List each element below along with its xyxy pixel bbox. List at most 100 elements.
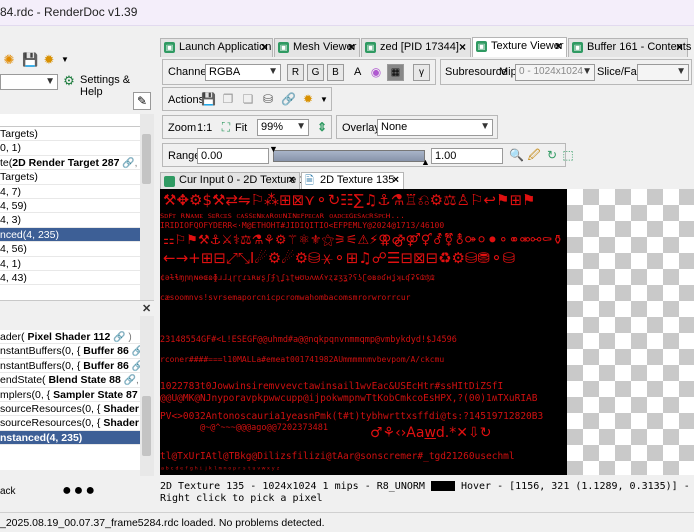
channel-g-toggle[interactable]: G (307, 64, 324, 81)
auto-fit-icon[interactable]: 🖉 (527, 148, 541, 162)
range-max-input[interactable]: 1.00 (431, 148, 503, 164)
gear-icon: ⚙ (63, 73, 75, 88)
scrollbar-thumb[interactable] (142, 134, 151, 184)
tree-row[interactable]: sourceResources(0, { Shader Resour (0, 416, 140, 431)
chevron-down-icon: ▼ (582, 66, 592, 77)
flip-vertical-icon[interactable]: ⇕ (315, 120, 329, 134)
close-icon[interactable]: ✕ (142, 302, 151, 315)
left-toolbar: ✺ 💾 ✹ ▼ ▼ ⚙ Settings & Help (0, 34, 154, 99)
texture-glyph-row: ←→+⊞⊟⤢⤡I☄⚙☄⚙⛁⚹⚬⊞♫☍☰⊟⊠⊟♻⚙⛁⛃⚬⛁ (163, 249, 516, 267)
texture-status: 2D Texture 135 - 1024x1024 1 mips - R8_U… (160, 481, 694, 505)
close-icon[interactable]: × (676, 39, 683, 56)
event-tree-scrollbar[interactable] (140, 114, 154, 300)
zoom-1to1-button[interactable]: 1:1 (197, 122, 212, 134)
tab-pid[interactable]: ▣ zed [PID 17344] × (361, 38, 471, 57)
close-icon[interactable]: × (393, 173, 399, 188)
channels-select[interactable]: RGBA ▼ (205, 64, 281, 81)
texture-text-row: ᵃᵇᶜᵈᵉᶠᵍʰⁱʲᵏˡᵐⁿᵒᵖʳˢᵗᵘᵛʷˣʸᶻ (160, 465, 281, 474)
tree-row[interactable]: Targets) (0, 127, 140, 142)
texture-glyph-row: ⚏⚐⚑⚒⚓⚔⚕⚖⚗⚘⚙⚚⚛⚜⚝⚞⚟⚠⚡⚢⚣⚤⚥⚦⚧⚨⚩⚪⚫⚬⚭⚮⚯⚰⚱ (163, 233, 564, 248)
save-icon[interactable]: 💾 (201, 92, 216, 106)
close-icon[interactable]: × (261, 39, 268, 56)
copy-icon[interactable]: ❐ (221, 92, 235, 106)
texture-text-row: ¢əɫɬɱɲɳɴɵɶɷɸɹɺɻɼɽɾɿʀʁʂʃʄʅʆʇʈʉʊʋʌʍʎʏʐʑʒʓʔ… (160, 273, 435, 282)
tab-mesh-viewer[interactable]: ▣ Mesh Viewer × (274, 38, 360, 57)
window-icon: ▣ (572, 42, 583, 53)
tree-row[interactable]: 4, 3) (0, 213, 140, 228)
zoom-select[interactable]: 99% ▼ (257, 119, 309, 136)
chevron-down-icon[interactable]: ▼ (317, 93, 331, 107)
tree-row[interactable]: nstantBuffers(0, { Buffer 86 🔗 }) (0, 344, 140, 359)
chevron-down-icon: ▼ (676, 66, 686, 77)
api-tree-scrollbar[interactable] (140, 316, 154, 476)
tab-cur-input[interactable]: Cur Input 0 - 2D Texture 135 × (160, 172, 318, 189)
texture-image[interactable]: ⚒✥⚙$⚒⇄⇋⚐⁂⊞⊠⋎⚬↻☷∑♫⚓⚗♖⎌⚙⚖♙⚐↩⚑⊞⚑ ꜱᴅꜰᴛ ʀɴᴀᴍᴇ… (160, 189, 567, 475)
gamma-toggle[interactable]: γ (413, 64, 430, 81)
texture-canvas[interactable]: ⚒✥⚙$⚒⇄⇋⚐⁂⊞⊠⋎⚬↻☷∑♫⚓⚗♖⎌⚙⚖♙⚐↩⚑⊞⚑ ꜱᴅꜰᴛ ʀɴᴀᴍᴇ… (160, 189, 694, 475)
tab-launch-application[interactable]: ▣ Launch Application × (160, 38, 273, 57)
settings-icon[interactable]: ✹ (301, 92, 315, 106)
close-icon[interactable]: × (289, 173, 295, 188)
tree-row[interactable]: sourceResources(0, { Shader Resour (0, 402, 140, 417)
bookmark-icon[interactable]: ✹ (42, 53, 56, 67)
tab-texture-viewer[interactable]: ▣ Texture Viewer × (472, 37, 567, 57)
tree-row[interactable]: endState( Blend State 88 🔗, {}) (0, 373, 140, 388)
chevron-down-icon: ▼ (268, 66, 278, 77)
range-min-input[interactable]: 0.00 (197, 148, 269, 164)
tree-row[interactable]: te(2D Render Target 287 🔗, 2D (0, 156, 140, 171)
api-call-tree[interactable]: ader( Pixel Shader 112 🔗 ) nstantBuffers… (0, 330, 140, 470)
channel-r-toggle[interactable]: R (287, 64, 304, 81)
tree-row[interactable]: nstantBuffers(0, { Buffer 86 🔗 }) (0, 359, 140, 374)
scrollbar-thumb[interactable] (142, 396, 151, 456)
slice-face-select[interactable]: ▼ (637, 64, 689, 81)
texture-text-row: 1022783t0Jowwinsiremvvevctawinsail1wvEac… (160, 381, 504, 392)
mip-select[interactable]: 0 - 1024x1024 ▼ (515, 64, 595, 81)
channel-b-toggle[interactable]: B (327, 64, 344, 81)
settings-help-button[interactable]: ⚙ Settings & Help (60, 73, 154, 99)
tree-row[interactable]: 0, 1) (0, 141, 140, 156)
chevron-down-icon[interactable]: ▼ (58, 53, 72, 67)
link-icon[interactable]: 🔗 (281, 92, 296, 106)
binoculars-icon[interactable]: ⛁ (261, 92, 275, 106)
range-histogram-slider[interactable] (273, 150, 425, 162)
event-tree[interactable]: Targets) 0, 1) te(2D Render Target 287 🔗… (0, 126, 140, 302)
tree-row[interactable]: 4, 7) (0, 185, 140, 199)
tree-row[interactable]: 4, 59) (0, 199, 140, 214)
reset-range-icon[interactable]: ↻ (545, 148, 559, 162)
tree-row-selected[interactable]: nstanced(4, 235) (0, 430, 140, 446)
window-icon: ▣ (278, 42, 289, 53)
tab-2d-texture[interactable]: 🗎 2D Texture 135 × (301, 172, 404, 189)
actions-label: Actions (168, 94, 205, 106)
tree-row[interactable]: 4, 56) (0, 242, 140, 257)
color-wheel-icon[interactable]: ◉ (369, 65, 383, 79)
tree-row[interactable]: mplers(0, { Sampler State 87 🔗 (0, 388, 140, 402)
range-max-handle[interactable]: ▲ (421, 157, 430, 167)
texture-text-row: @@U@MK@NJnyporavpkpwwcupp@ijpokwmpnwTtKo… (160, 393, 538, 404)
histogram-icon[interactable]: ⬚ (561, 148, 575, 162)
close-icon[interactable]: × (459, 39, 466, 56)
channel-a-label[interactable]: A (354, 66, 361, 78)
tree-row[interactable]: ader( Pixel Shader 112 🔗 ) (0, 330, 140, 345)
close-icon[interactable]: × (555, 38, 562, 55)
tree-row[interactable]: Targets) (0, 170, 140, 185)
tab-buffer-contents[interactable]: ▣ Buffer 161 - Contents × (568, 38, 691, 57)
overlay-select[interactable]: None ▼ (377, 119, 493, 136)
event-filter-combo[interactable]: ▼ (0, 74, 58, 90)
tree-row[interactable]: 4, 1) (0, 257, 140, 271)
save-icon[interactable]: 💾 (22, 53, 38, 67)
paste-icon[interactable]: ❏ (241, 92, 255, 106)
checkerboard-icon[interactable]: ▦ (387, 64, 404, 81)
close-icon[interactable]: × (348, 39, 355, 56)
tree-row[interactable]: 4, 43) (0, 271, 140, 286)
range-min-handle[interactable]: ▼ (269, 144, 278, 154)
sun-icon[interactable]: ✺ (2, 53, 16, 67)
document-tabs: ▣ Launch Application × ▣ Mesh Viewer × ▣… (160, 37, 694, 57)
window-icon (164, 176, 175, 187)
texture-glyph-row: ⚒✥⚙$⚒⇄⇋⚐⁂⊞⊠⋎⚬↻☷∑♫⚓⚗♖⎌⚙⚖♙⚐↩⚑⊞⚑ (163, 191, 536, 209)
more-icon[interactable]: ●●● (62, 482, 97, 500)
fit-button[interactable]: Fit (235, 122, 247, 134)
zoom-range-icon[interactable]: 🔍 (509, 148, 524, 162)
tree-row-selected[interactable]: nced(4, 235) (0, 227, 140, 243)
pencil-icon[interactable]: ✎ (133, 92, 151, 110)
settings-help-label: Settings & Help (80, 74, 131, 98)
